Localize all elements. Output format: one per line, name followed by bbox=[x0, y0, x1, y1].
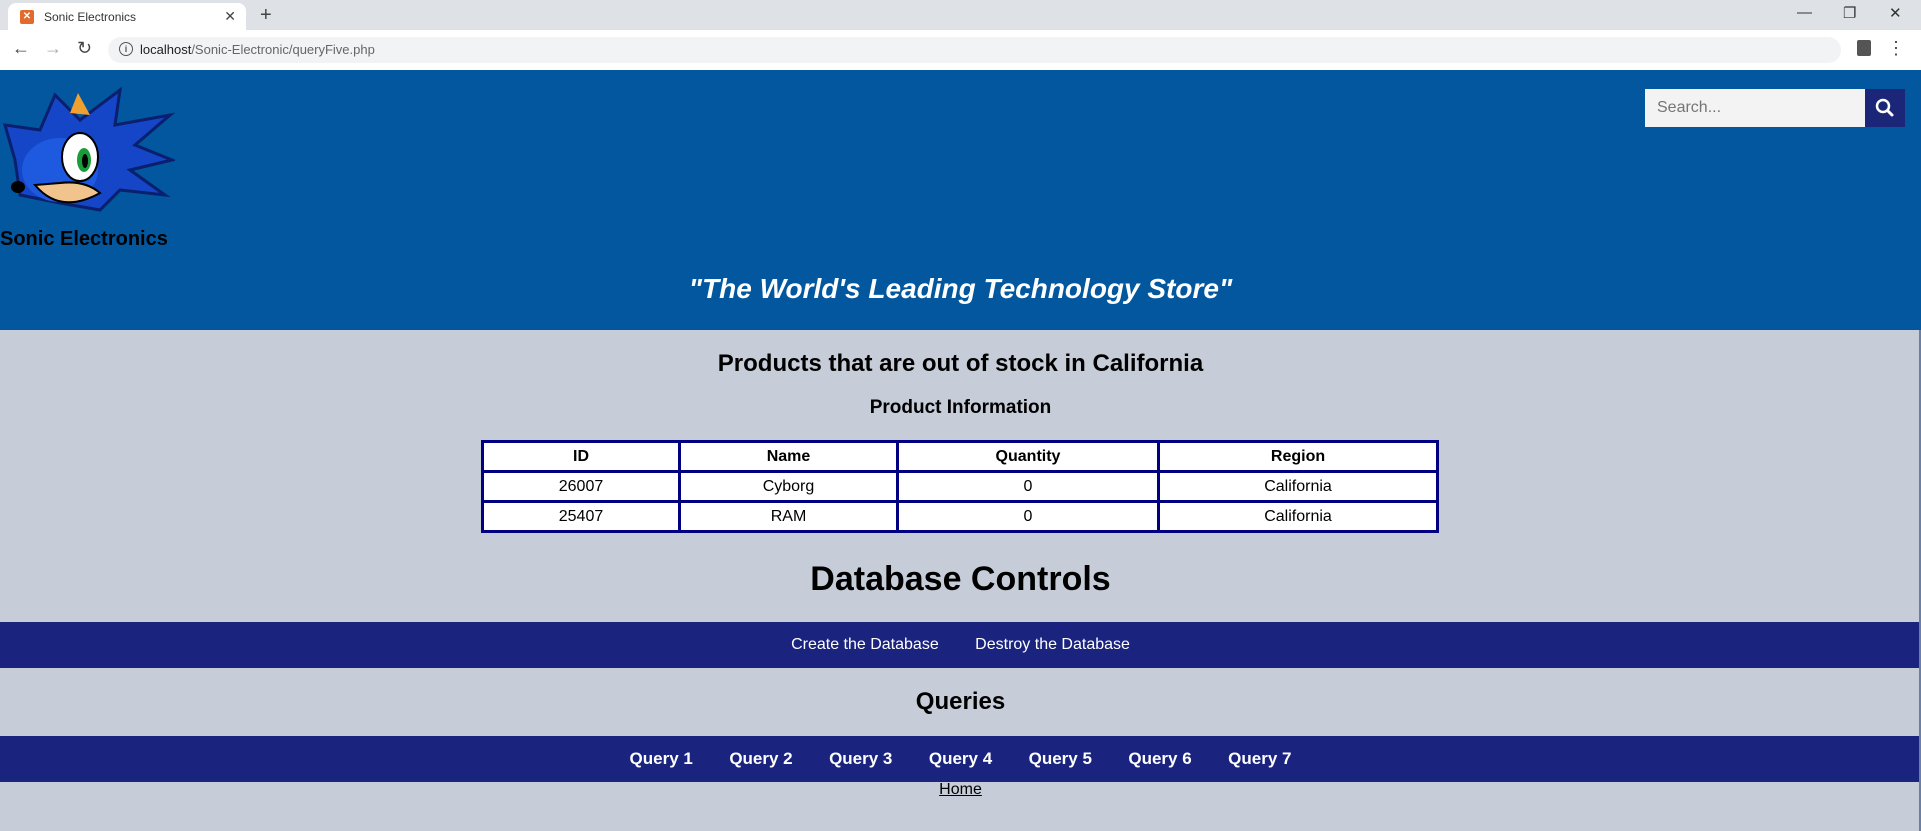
url-text[interactable]: localhost/Sonic-Electronic/queryFive.php bbox=[140, 42, 375, 57]
forward-icon[interactable]: → bbox=[44, 38, 62, 59]
xampp-favicon-icon: ✕ bbox=[20, 10, 34, 24]
minimize-icon[interactable]: — bbox=[1797, 4, 1812, 21]
queries-heading: Queries bbox=[915, 688, 1006, 715]
table-cell: California bbox=[1160, 473, 1436, 500]
address-bar: ← → ↻ i localhost/Sonic-Electronic/query… bbox=[0, 30, 1921, 71]
database-controls-heading: Database Controls bbox=[810, 560, 1111, 598]
browser-tab[interactable]: ✕ Sonic Electronics ✕ bbox=[8, 3, 246, 30]
create-database-link[interactable]: Create the Database bbox=[791, 622, 939, 668]
section-subtitle: Product Information bbox=[869, 397, 1052, 418]
query-5-link[interactable]: Query 5 bbox=[1029, 736, 1092, 782]
page-title: Products that are out of stock in Califo… bbox=[717, 350, 1204, 377]
table-row: 25407 RAM 0 California bbox=[484, 503, 1436, 530]
home-link[interactable]: Home bbox=[939, 781, 982, 798]
query-3-link[interactable]: Query 3 bbox=[829, 736, 892, 782]
query-6-link[interactable]: Query 6 bbox=[1128, 736, 1191, 782]
query-1-link[interactable]: Query 1 bbox=[630, 736, 693, 782]
browser-tab-bar: ✕ Sonic Electronics ✕ + — ❐ ✕ bbox=[0, 0, 1921, 30]
restore-icon[interactable]: ❐ bbox=[1843, 4, 1856, 22]
sonic-logo bbox=[2, 86, 175, 212]
search-button[interactable] bbox=[1865, 89, 1905, 127]
info-icon[interactable]: i bbox=[119, 42, 133, 56]
brand-name: Sonic Electronics bbox=[0, 228, 168, 250]
column-header: Region bbox=[1160, 443, 1436, 470]
table-cell: 26007 bbox=[484, 473, 678, 500]
browser-menu-icon[interactable]: ⋮ bbox=[1887, 38, 1905, 59]
extension-icon[interactable] bbox=[1857, 40, 1871, 56]
tagline: "The World's Leading Technology Store" bbox=[688, 273, 1233, 304]
table-cell: 0 bbox=[899, 503, 1157, 530]
close-tab-icon[interactable]: ✕ bbox=[224, 8, 236, 25]
search-icon bbox=[1875, 98, 1894, 117]
database-controls-bar: Create the Database Destroy the Database bbox=[0, 622, 1921, 668]
column-header: ID bbox=[484, 443, 678, 470]
column-header: Quantity bbox=[899, 443, 1157, 470]
home-link-container: Home bbox=[0, 781, 1921, 799]
table-row: 26007 Cyborg 0 California bbox=[484, 473, 1436, 500]
product-table: ID Name Quantity Region 26007 Cyborg 0 C… bbox=[481, 440, 1439, 533]
tab-title: Sonic Electronics bbox=[44, 10, 137, 24]
table-header-row: ID Name Quantity Region bbox=[484, 443, 1436, 470]
column-header: Name bbox=[681, 443, 896, 470]
table-cell: Cyborg bbox=[681, 473, 896, 500]
table-cell: RAM bbox=[681, 503, 896, 530]
destroy-database-link[interactable]: Destroy the Database bbox=[975, 622, 1130, 668]
table-cell: 0 bbox=[899, 473, 1157, 500]
queries-bar: Query 1 Query 2 Query 3 Query 4 Query 5 … bbox=[0, 736, 1921, 782]
table-cell: California bbox=[1160, 503, 1436, 530]
back-icon[interactable]: ← bbox=[12, 38, 30, 59]
query-4-link[interactable]: Query 4 bbox=[929, 736, 992, 782]
site-header: Sonic Electronics "The World's Leading T… bbox=[0, 70, 1921, 330]
query-7-link[interactable]: Query 7 bbox=[1228, 736, 1291, 782]
search-input[interactable] bbox=[1645, 89, 1865, 127]
window-close-icon[interactable]: ✕ bbox=[1889, 4, 1902, 22]
reload-icon[interactable]: ↻ bbox=[77, 38, 92, 59]
table-cell: 25407 bbox=[484, 503, 678, 530]
new-tab-icon[interactable]: + bbox=[260, 4, 272, 27]
omnibox[interactable]: i localhost/Sonic-Electronic/queryFive.p… bbox=[108, 37, 1841, 63]
query-2-link[interactable]: Query 2 bbox=[729, 736, 792, 782]
